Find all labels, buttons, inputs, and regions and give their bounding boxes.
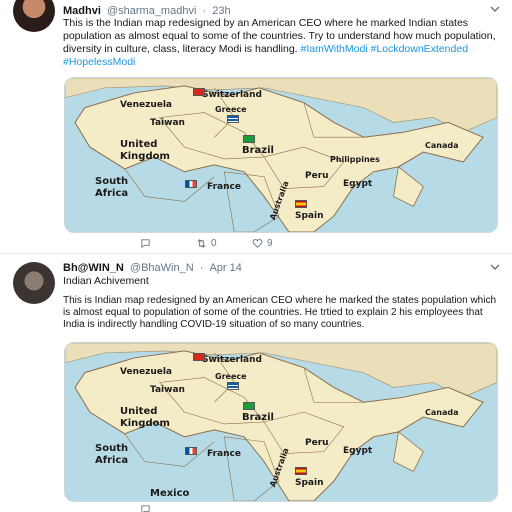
handle[interactable]: @BhaWin_N (130, 262, 194, 274)
map-label-africa: Africa (95, 188, 129, 199)
hashtag-link[interactable]: #LockdownExtended (371, 43, 469, 55)
tweet-header: Bh@WIN_N @BhaWin_N · Apr 14 (63, 262, 242, 274)
flag-switzerland-icon (193, 88, 205, 96)
map-label-philippines: Philippines (330, 155, 380, 164)
map-label-united: United (120, 139, 158, 150)
separator: · (202, 5, 207, 17)
tweet-text: This is the Indian map redesigned by an … (63, 17, 498, 69)
map-label-united: United (120, 406, 158, 417)
tweet-text: This is Indian map redesigned by an Amer… (63, 295, 497, 330)
map-label-greece: Greece (215, 105, 247, 114)
map-label-brazil: Brazil (242, 412, 274, 423)
tweet-subtitle: Indian Achivement (63, 275, 149, 287)
display-name[interactable]: Madhvi (63, 5, 101, 17)
map-label-switzerland: Switzerland (202, 355, 262, 365)
reply-button[interactable] (140, 504, 196, 512)
map-label-brazil: Brazil (242, 145, 274, 156)
map-label-south: South (95, 176, 129, 187)
tweet-header: Madhvi @sharma_madhvi · 23h (63, 5, 231, 17)
map-image[interactable]: Switzerland Venezuela Greece Taiwan Unit… (64, 342, 498, 502)
flag-greece-icon (227, 115, 239, 123)
retweet-icon (197, 239, 206, 248)
map-label-africa: Africa (95, 455, 129, 466)
map-label-spain: Spain (295, 211, 324, 221)
map-label-venezuela: Venezuela (120, 367, 172, 377)
flag-spain-icon (295, 200, 307, 208)
flag-greece-icon (227, 382, 239, 390)
map-label-egypt: Egypt (343, 446, 373, 456)
heart-icon (252, 239, 263, 248)
reply-button[interactable] (140, 238, 196, 249)
flag-france-icon (185, 447, 197, 455)
reply-icon (141, 239, 150, 249)
flag-switzerland-icon (193, 353, 205, 361)
separator: · (199, 262, 204, 274)
map-label-greece: Greece (215, 372, 247, 381)
map-label-mexico: Mexico (150, 488, 190, 499)
like-button[interactable]: 9 (252, 238, 308, 249)
tweet[interactable]: Bh@WIN_N @BhaWin_N · Apr 14 Indian Achiv… (0, 255, 512, 512)
map-label-taiwan: Taiwan (150, 385, 185, 395)
map-label-venezuela: Venezuela (120, 100, 172, 110)
map-image[interactable]: Switzerland Venezuela Greece Taiwan Unit… (64, 77, 498, 233)
reply-icon (141, 505, 150, 512)
retweet-button[interactable]: 0 (196, 238, 252, 249)
map-label-kingdom: Kingdom (120, 151, 170, 162)
map-label-kingdom: Kingdom (120, 418, 170, 429)
hashtag-link[interactable]: #IamWithModi (301, 43, 368, 55)
flag-brazil-icon (243, 402, 255, 410)
map-label-canada: Canada (425, 141, 459, 150)
tweet-actions: 0 9 (140, 238, 308, 249)
map-label-south: South (95, 443, 129, 454)
map-label-switzerland: Switzerland (202, 90, 262, 100)
flag-france-icon (185, 180, 197, 188)
like-count: 9 (267, 238, 273, 249)
chevron-down-icon[interactable] (490, 262, 500, 272)
handle[interactable]: @sharma_madhvi (107, 5, 196, 17)
flag-spain-icon (295, 467, 307, 475)
retweet-count: 0 (211, 238, 217, 249)
map-label-taiwan: Taiwan (150, 118, 185, 128)
tweet[interactable]: Madhvi @sharma_madhvi · 23h This is the … (0, 0, 512, 254)
avatar[interactable] (13, 262, 55, 304)
map-label-peru: Peru (305, 171, 329, 181)
map-label-egypt: Egypt (343, 179, 373, 189)
tweet-actions (140, 504, 196, 512)
display-name[interactable]: Bh@WIN_N (63, 262, 124, 274)
chevron-down-icon[interactable] (490, 4, 500, 14)
map-label-peru: Peru (305, 438, 329, 448)
map-label-france: France (207, 182, 241, 192)
map-label-canada: Canada (425, 408, 459, 417)
map-label-france: France (207, 449, 241, 459)
flag-brazil-icon (243, 135, 255, 143)
hashtag-link[interactable]: #HopelessModi (63, 56, 135, 68)
map-label-spain: Spain (295, 478, 324, 488)
timestamp[interactable]: Apr 14 (209, 262, 241, 274)
avatar[interactable] (13, 0, 55, 32)
timestamp[interactable]: 23h (212, 5, 230, 17)
